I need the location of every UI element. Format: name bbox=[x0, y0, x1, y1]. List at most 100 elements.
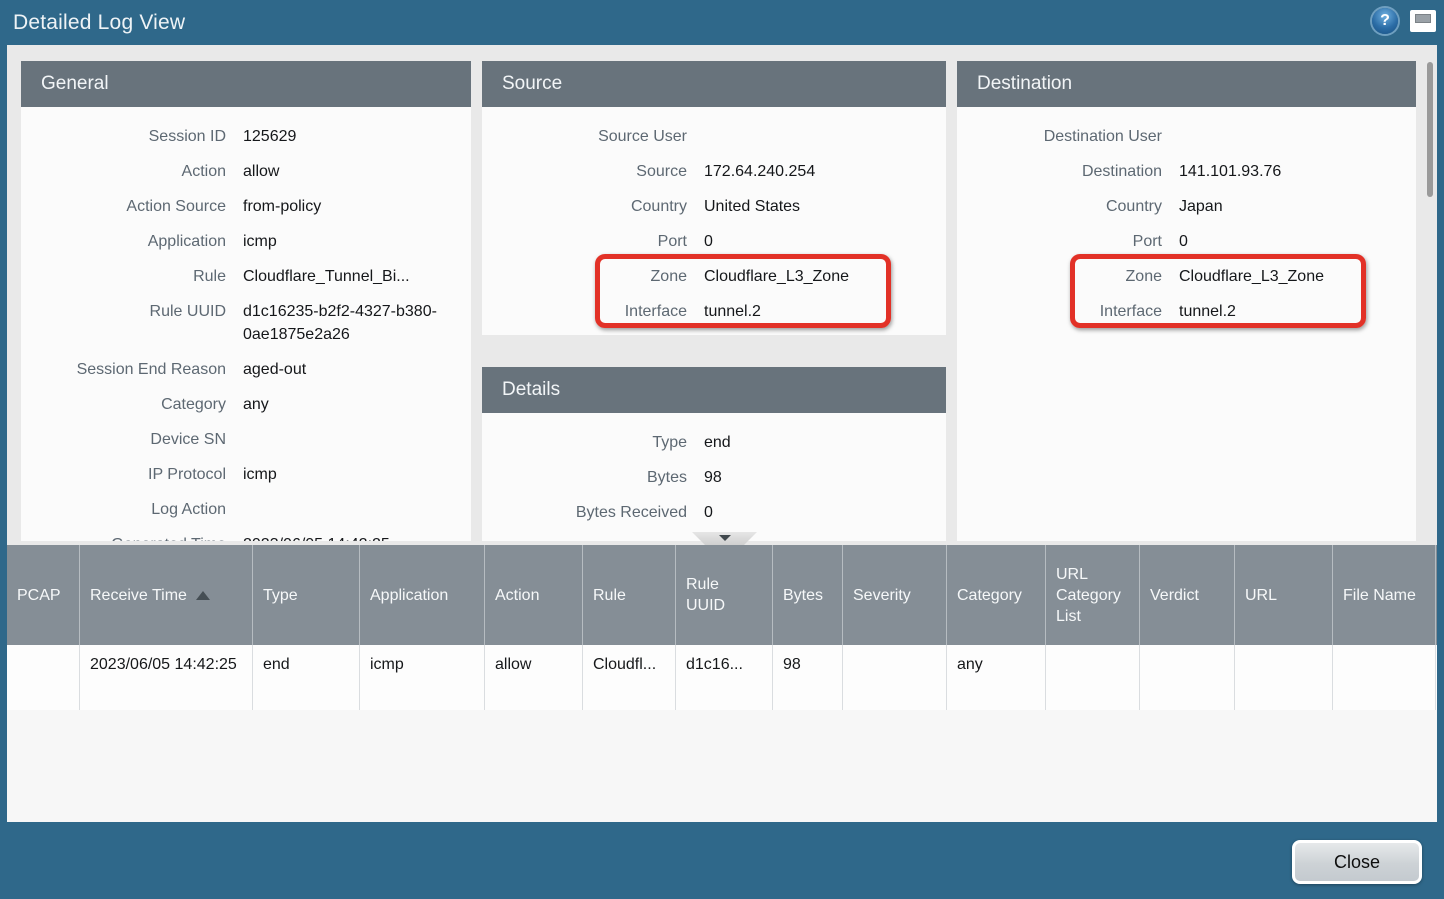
source-panel-body: Source User Source 172.64.240.254 Countr… bbox=[482, 107, 946, 323]
field-row-source-zone: Zone Cloudflare_L3_Zone bbox=[482, 265, 946, 288]
cell-type: end bbox=[253, 645, 360, 710]
field-row-destination-port: Port 0 bbox=[957, 230, 1416, 253]
field-row-source-interface: Interface tunnel.2 bbox=[482, 300, 946, 323]
field-label: Interface bbox=[957, 300, 1162, 323]
column-header-file-name[interactable]: File Name bbox=[1333, 545, 1436, 645]
field-value: 2023/06/05 14:42:25 bbox=[243, 533, 390, 541]
column-header-receive-time[interactable]: Receive Time bbox=[80, 545, 253, 645]
field-label: Destination User bbox=[957, 125, 1162, 148]
help-icon[interactable]: ? bbox=[1372, 8, 1398, 34]
cell-url-category-list bbox=[1046, 645, 1140, 710]
field-label: Rule bbox=[21, 265, 226, 288]
help-icon-glyph: ? bbox=[1380, 12, 1390, 30]
column-header-category[interactable]: Category bbox=[947, 545, 1046, 645]
cell-pcap bbox=[7, 645, 80, 710]
log-table-row[interactable]: 2023/06/05 14:42:25 end icmp allow Cloud… bbox=[7, 645, 1437, 710]
sort-ascending-icon bbox=[196, 591, 210, 600]
field-row-source-port: Port 0 bbox=[482, 230, 946, 253]
field-row-source-user: Source User bbox=[482, 125, 946, 148]
log-table-header: PCAP Receive Time Type Application Actio… bbox=[7, 545, 1437, 645]
column-header-bytes[interactable]: Bytes bbox=[773, 545, 843, 645]
cell-application: icmp bbox=[360, 645, 485, 710]
field-row-bytes: Bytes 98 bbox=[482, 466, 946, 489]
field-row-rule: Rule Cloudflare_Tunnel_Bi... bbox=[21, 265, 471, 288]
field-row-application: Application icmp bbox=[21, 230, 471, 253]
field-value: end bbox=[704, 431, 731, 454]
cell-rule: Cloudfl... bbox=[583, 645, 676, 710]
field-label: Generated Time bbox=[21, 533, 226, 541]
field-value: 0 bbox=[704, 230, 713, 253]
field-label: Zone bbox=[482, 265, 687, 288]
field-row-destination-user: Destination User bbox=[957, 125, 1416, 148]
column-header-rule[interactable]: Rule bbox=[583, 545, 676, 645]
cell-category: any bbox=[947, 645, 1046, 710]
cell-receive-time: 2023/06/05 14:42:25 bbox=[80, 645, 253, 710]
field-value: from-policy bbox=[243, 195, 321, 218]
detailed-log-view-dialog: { "titlebar": { "title": "Detailed Log V… bbox=[0, 0, 1444, 899]
field-label: Device SN bbox=[21, 428, 226, 451]
field-label: Port bbox=[957, 230, 1162, 253]
field-row-destination-interface: Interface tunnel.2 bbox=[957, 300, 1416, 323]
column-header-rule-uuid[interactable]: Rule UUID bbox=[676, 545, 773, 645]
restore-window-icon[interactable] bbox=[1410, 10, 1436, 32]
source-panel-header: Source bbox=[482, 61, 946, 107]
field-value: d1c16235-b2f2-4327-b380-0ae1875e2a26 bbox=[243, 300, 443, 346]
dialog-title: Detailed Log View bbox=[13, 11, 185, 35]
field-row-source: Source 172.64.240.254 bbox=[482, 160, 946, 183]
detail-scrollbar[interactable] bbox=[1427, 62, 1433, 197]
field-row-action: Action allow bbox=[21, 160, 471, 183]
cell-file-name bbox=[1333, 645, 1436, 710]
field-value: Cloudflare_Tunnel_Bi... bbox=[243, 265, 410, 288]
field-row-category: Category any bbox=[21, 393, 471, 416]
field-label: IP Protocol bbox=[21, 463, 226, 486]
field-value: Cloudflare_L3_Zone bbox=[704, 265, 849, 288]
general-panel-header: General bbox=[21, 61, 471, 107]
field-label: Destination bbox=[957, 160, 1162, 183]
detail-area: General Session ID 125629 Action allow A… bbox=[7, 45, 1437, 545]
column-header-url-category-list[interactable]: URL Category List bbox=[1046, 545, 1140, 645]
field-label: Port bbox=[482, 230, 687, 253]
field-label: Action Source bbox=[21, 195, 226, 218]
destination-panel-body: Destination User Destination 141.101.93.… bbox=[957, 107, 1416, 323]
close-button[interactable]: Close bbox=[1292, 840, 1422, 884]
field-label: Application bbox=[21, 230, 226, 253]
destination-panel-header: Destination bbox=[957, 61, 1416, 107]
field-value: Cloudflare_L3_Zone bbox=[1179, 265, 1324, 288]
field-value: allow bbox=[243, 160, 279, 183]
field-row-type: Type end bbox=[482, 431, 946, 454]
column-header-url[interactable]: URL bbox=[1235, 545, 1333, 645]
field-label: Bytes Received bbox=[482, 501, 687, 524]
chevron-down-icon bbox=[719, 535, 731, 541]
details-panel: Details Type end Bytes 98 Bytes Received… bbox=[482, 367, 946, 541]
column-header-verdict[interactable]: Verdict bbox=[1140, 545, 1235, 645]
field-label: Session ID bbox=[21, 125, 226, 148]
field-value: United States bbox=[704, 195, 800, 218]
field-label: Log Action bbox=[21, 498, 226, 521]
field-row-device-sn: Device SN bbox=[21, 428, 471, 451]
field-label: Category bbox=[21, 393, 226, 416]
column-header-pcap[interactable]: PCAP bbox=[7, 545, 80, 645]
field-row-destination-country: Country Japan bbox=[957, 195, 1416, 218]
field-row-session-end-reason: Session End Reason aged-out bbox=[21, 358, 471, 381]
field-value: any bbox=[243, 393, 269, 416]
field-row-destination: Destination 141.101.93.76 bbox=[957, 160, 1416, 183]
source-panel: Source Source User Source 172.64.240.254… bbox=[482, 61, 946, 335]
field-value: tunnel.2 bbox=[704, 300, 761, 323]
cell-severity bbox=[843, 645, 947, 710]
field-row-destination-zone: Zone Cloudflare_L3_Zone bbox=[957, 265, 1416, 288]
field-label: Source User bbox=[482, 125, 687, 148]
field-row-session-id: Session ID 125629 bbox=[21, 125, 471, 148]
column-header-severity[interactable]: Severity bbox=[843, 545, 947, 645]
field-value: 98 bbox=[704, 466, 722, 489]
column-header-action[interactable]: Action bbox=[485, 545, 583, 645]
cell-rule-uuid: d1c16... bbox=[676, 645, 773, 710]
field-value: Japan bbox=[1179, 195, 1223, 218]
field-value: tunnel.2 bbox=[1179, 300, 1236, 323]
general-panel-body: Session ID 125629 Action allow Action So… bbox=[21, 107, 471, 541]
column-header-application[interactable]: Application bbox=[360, 545, 485, 645]
field-row-generated-time: Generated Time 2023/06/05 14:42:25 bbox=[21, 533, 471, 541]
field-label: Rule UUID bbox=[21, 300, 226, 323]
field-value: 172.64.240.254 bbox=[704, 160, 815, 183]
cell-bytes: 98 bbox=[773, 645, 843, 710]
column-header-type[interactable]: Type bbox=[253, 545, 360, 645]
